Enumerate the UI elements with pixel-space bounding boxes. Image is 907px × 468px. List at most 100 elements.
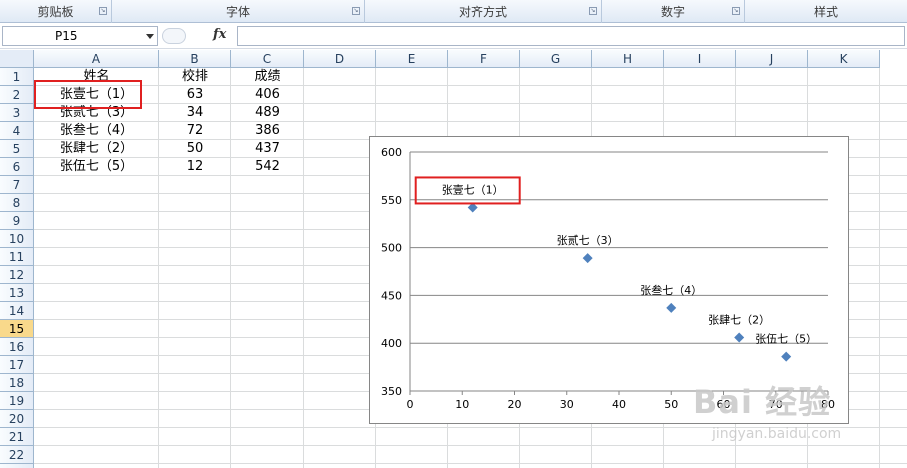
formula-input[interactable]: [237, 26, 905, 46]
ribbon-group-label: 剪贴板: [37, 5, 74, 19]
data-point-label: 张贰七（3）: [557, 233, 619, 247]
x-tick-label: 20: [508, 398, 522, 411]
formula-bar-resize-handle[interactable]: [162, 28, 186, 44]
data-point-label: 张叁七（4）: [640, 283, 702, 297]
row-header-9[interactable]: 9: [0, 212, 34, 230]
cell-c2[interactable]: 406: [231, 86, 304, 104]
data-point-label: 张伍七（5）: [755, 333, 817, 346]
row-header-11[interactable]: 11: [0, 248, 34, 266]
x-tick-label: 50: [664, 398, 678, 411]
column-header-b[interactable]: B: [159, 50, 231, 68]
y-tick-label: 600: [381, 146, 402, 159]
x-tick-label: 0: [407, 398, 414, 411]
cell-b3[interactable]: 34: [159, 104, 231, 122]
row-header-14[interactable]: 14: [0, 302, 34, 320]
row-header-10[interactable]: 10: [0, 230, 34, 248]
formula-bar: P15 fx: [0, 24, 907, 49]
dialog-launcher-icon[interactable]: ↘: [732, 7, 740, 15]
ribbon-group-alignment[interactable]: 对齐方式 ↘: [365, 0, 602, 23]
ribbon-group-label: 数字: [660, 5, 685, 19]
row-header-3[interactable]: 3: [0, 104, 34, 122]
row-header-19[interactable]: 19: [0, 392, 34, 410]
y-tick-label: 550: [381, 194, 402, 207]
name-box[interactable]: P15: [2, 26, 158, 46]
row-header-17[interactable]: 17: [0, 356, 34, 374]
ribbon-group-font[interactable]: 字体 ↘: [112, 0, 365, 23]
row-header-23[interactable]: 23: [0, 464, 34, 468]
watermark-logo: Bai 经验: [693, 383, 832, 421]
dialog-launcher-icon[interactable]: ↘: [352, 7, 360, 15]
cell-b1[interactable]: 校排: [159, 68, 231, 86]
data-point-label: 张肆七（2）: [708, 313, 770, 326]
data-point-marker: [666, 302, 677, 313]
x-tick-label: 10: [455, 398, 469, 411]
name-box-value: P15: [55, 29, 78, 43]
cell-c1[interactable]: 成绩: [231, 68, 304, 86]
cell-c5[interactable]: 437: [231, 140, 304, 158]
column-header-e[interactable]: E: [376, 50, 448, 68]
dialog-launcher-icon[interactable]: ↘: [99, 7, 107, 15]
column-header-i[interactable]: I: [664, 50, 736, 68]
cell-a5[interactable]: 张肆七（2）: [34, 140, 159, 158]
ribbon: 剪贴板 ↘ 字体 ↘ 对齐方式 ↘ 数字 ↘ 样式: [0, 0, 907, 23]
column-header-j[interactable]: J: [736, 50, 808, 68]
cell-b4[interactable]: 72: [159, 122, 231, 140]
column-header-c[interactable]: C: [231, 50, 304, 68]
worksheet[interactable]: ABCDEFGHIJK 1 2 3 4 5 6 7 8 9 10 11 12 13 14 15 16 17 18 1…: [0, 50, 907, 468]
dialog-launcher-icon[interactable]: ↘: [589, 7, 597, 15]
data-point-marker: [781, 351, 792, 362]
data-point-marker: [582, 253, 593, 264]
column-header-f[interactable]: F: [448, 50, 520, 68]
y-tick-label: 350: [381, 385, 402, 398]
gridline-horizontal: [34, 445, 907, 446]
y-tick-label: 400: [381, 337, 402, 350]
select-all-corner[interactable]: [0, 50, 34, 68]
cell-c4[interactable]: 386: [231, 122, 304, 140]
y-tick-label: 500: [381, 242, 402, 255]
column-header-h[interactable]: H: [592, 50, 664, 68]
ribbon-group-label: 对齐方式: [458, 5, 507, 19]
ribbon-group-clipboard[interactable]: 剪贴板 ↘: [0, 0, 112, 23]
cell-b5[interactable]: 50: [159, 140, 231, 158]
x-tick-label: 30: [560, 398, 574, 411]
cell-b2[interactable]: 63: [159, 86, 231, 104]
x-tick-label: 40: [612, 398, 626, 411]
row-header-4[interactable]: 4: [0, 122, 34, 140]
annotation-highlight-box: [34, 80, 142, 109]
row-header-12[interactable]: 12: [0, 266, 34, 284]
ribbon-group-styles[interactable]: 样式: [745, 0, 907, 23]
column-header-d[interactable]: D: [304, 50, 376, 68]
row-header-2[interactable]: 2: [0, 86, 34, 104]
gridline-vertical: [879, 68, 880, 468]
watermark-url: jingyan.baidu.com: [712, 426, 842, 442]
row-header-18[interactable]: 18: [0, 374, 34, 392]
cell-c6[interactable]: 542: [231, 158, 304, 176]
row-header-7[interactable]: 7: [0, 176, 34, 194]
y-tick-label: 450: [381, 289, 402, 302]
row-header-22[interactable]: 22: [0, 446, 34, 464]
ribbon-group-number[interactable]: 数字 ↘: [602, 0, 745, 23]
cell-b6[interactable]: 12: [159, 158, 231, 176]
cell-c3[interactable]: 489: [231, 104, 304, 122]
cell-a4[interactable]: 张叁七（4）: [34, 122, 159, 140]
data-point-label: 张壹七（1）: [442, 183, 504, 196]
row-header-5[interactable]: 5: [0, 140, 34, 158]
row-header-20[interactable]: 20: [0, 410, 34, 428]
chevron-down-icon[interactable]: [146, 34, 154, 39]
data-point-marker: [734, 332, 745, 343]
insert-function-icon[interactable]: fx: [213, 27, 226, 42]
column-header-a[interactable]: A: [34, 50, 159, 68]
row-header-1[interactable]: 1: [0, 68, 34, 86]
column-header-k[interactable]: K: [808, 50, 880, 68]
ribbon-group-label: 样式: [813, 5, 838, 19]
row-header-8[interactable]: 8: [0, 194, 34, 212]
row-header-16[interactable]: 16: [0, 338, 34, 356]
column-header-g[interactable]: G: [520, 50, 592, 68]
row-header-21[interactable]: 21: [0, 428, 34, 446]
cell-a6[interactable]: 张伍七（5）: [34, 158, 159, 176]
gridline-horizontal: [34, 463, 907, 464]
row-header-15[interactable]: 15: [0, 320, 34, 338]
row-header-13[interactable]: 13: [0, 284, 34, 302]
ribbon-group-label: 字体: [225, 5, 250, 19]
row-header-6[interactable]: 6: [0, 158, 34, 176]
